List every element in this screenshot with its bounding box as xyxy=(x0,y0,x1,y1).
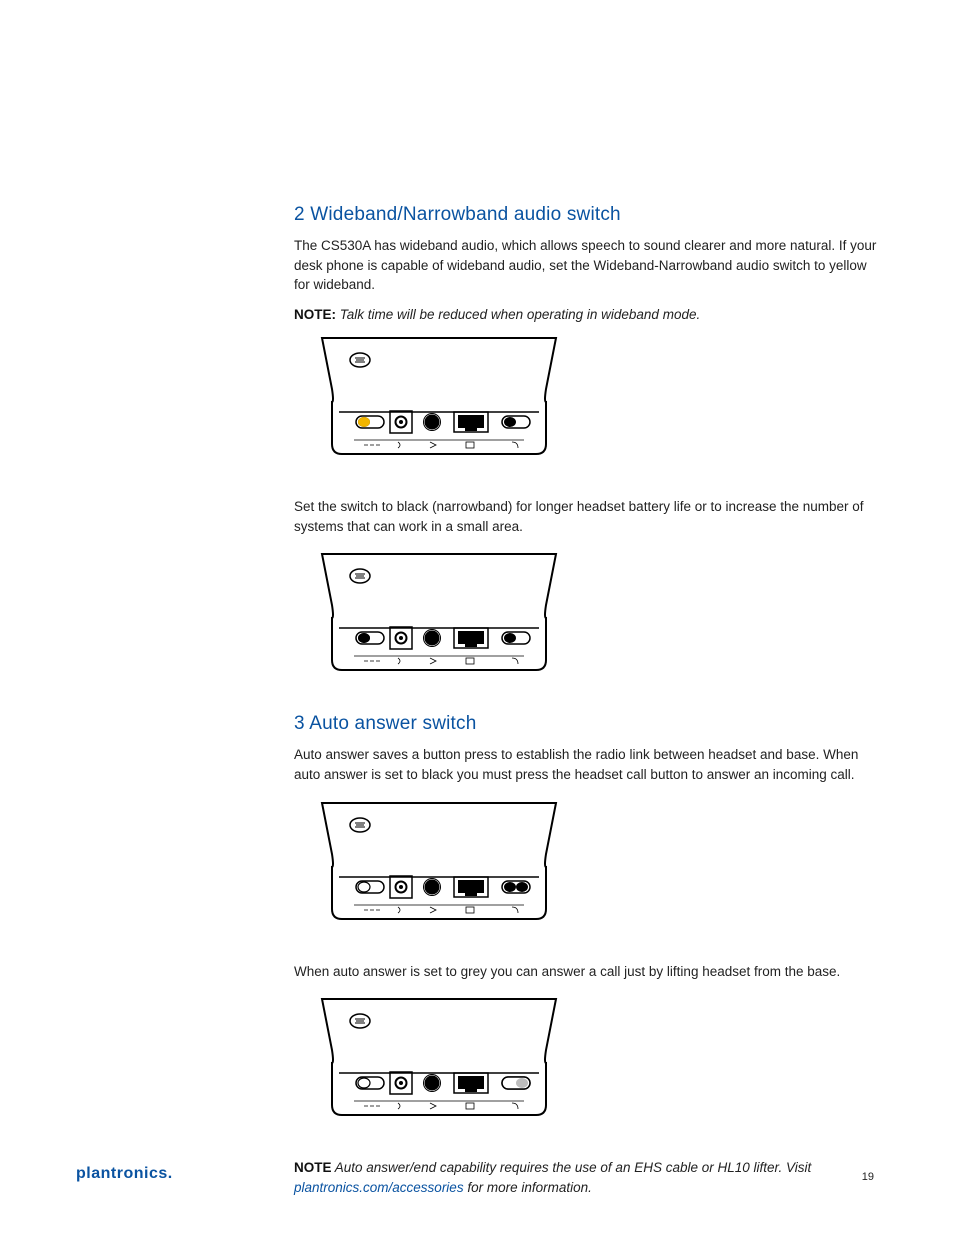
diagram-base-autoanswer-grey xyxy=(294,995,584,1135)
narrowband-switch-knob xyxy=(358,633,370,643)
diagram-base-narrowband xyxy=(294,550,584,690)
note-s2: NOTE: Talk time will be reduced when ope… xyxy=(294,305,880,325)
note-text: Talk time will be reduced when operating… xyxy=(336,307,700,322)
note-label: NOTE: xyxy=(294,307,336,322)
content-column: 2 Wideband/Narrowband audio switch The C… xyxy=(294,204,880,1203)
brand-text: plantronics xyxy=(76,1165,168,1182)
brand-logo: plantronics. xyxy=(76,1165,173,1183)
autoanswer-switch-grey xyxy=(516,1078,528,1088)
page: 2 Wideband/Narrowband audio switch The C… xyxy=(0,0,954,1235)
diagram-base-autoanswer-black xyxy=(294,799,584,939)
para-s2-2: Set the switch to black (narrowband) for… xyxy=(294,497,880,536)
brand-dot: . xyxy=(168,1165,173,1182)
heading-section-2: 2 Wideband/Narrowband audio switch xyxy=(294,204,880,226)
page-number: 19 xyxy=(862,1171,874,1183)
diagram-base-wideband xyxy=(294,334,584,474)
para-s3-2: When auto answer is set to grey you can … xyxy=(294,962,880,982)
heading-section-3: 3 Auto answer switch xyxy=(294,713,880,735)
para-s2-1: The CS530A has wideband audio, which all… xyxy=(294,236,880,295)
page-footer: plantronics. 19 xyxy=(76,1165,874,1183)
left-switch-neutral xyxy=(358,882,370,892)
autoanswer-switch-black xyxy=(516,882,528,892)
left-switch-neutral-2 xyxy=(358,1078,370,1088)
para-s3-1: Auto answer saves a button press to esta… xyxy=(294,745,880,784)
wideband-switch-knob xyxy=(358,417,370,427)
